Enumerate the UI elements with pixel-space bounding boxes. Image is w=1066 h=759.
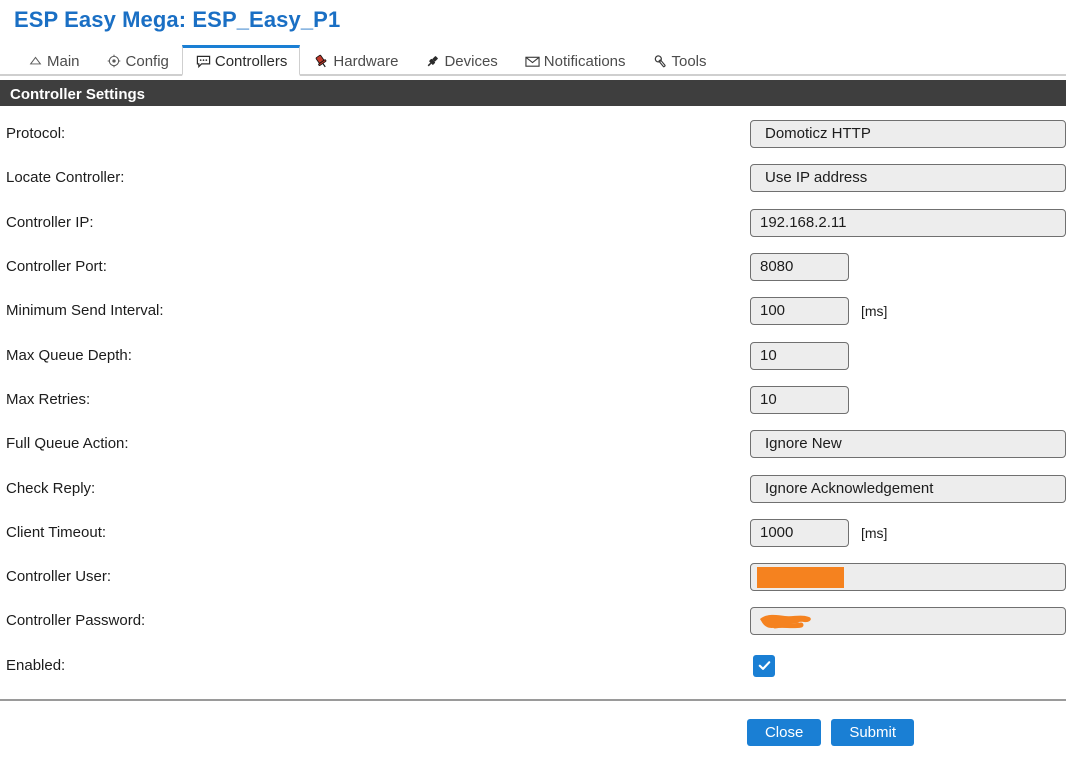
section-header-controller-settings: Controller Settings <box>0 80 1066 106</box>
tab-tools[interactable]: Tools <box>639 45 720 76</box>
controller-port-input[interactable]: 8080 <box>750 253 849 282</box>
control-max-queue-depth: 10 <box>750 341 1066 370</box>
page-root: ESP Easy Mega: ESP_Easy_P1 Main Config C… <box>0 0 1066 759</box>
wrench-icon <box>652 53 669 70</box>
tab-notifications-label: Notifications <box>543 52 626 70</box>
label-enabled: Enabled: <box>6 656 66 674</box>
label-client-timeout: Client Timeout: <box>6 523 107 541</box>
tab-notifications[interactable]: Notifications <box>511 45 639 76</box>
label-minimum-send-interval: Minimum Send Interval: <box>6 302 164 320</box>
checkmark-icon <box>758 661 770 671</box>
row-enabled: Enabled: <box>0 644 1066 688</box>
protocol-select[interactable]: Domoticz HTTP <box>750 120 1066 149</box>
control-controller-port: 8080 <box>750 253 1066 282</box>
label-protocol: Protocol: <box>6 125 66 143</box>
controller-ip-input[interactable]: 192.168.2.11 <box>750 208 1066 237</box>
row-locate-controller: Locate Controller: Use IP address <box>0 156 1066 200</box>
label-controller-password: Controller Password: <box>6 612 146 630</box>
tab-config-label: Config <box>125 52 169 70</box>
row-controller-ip: Controller IP: 192.168.2.11 <box>0 201 1066 245</box>
row-controller-port: Controller Port: 8080 <box>0 245 1066 289</box>
label-max-retries: Max Retries: <box>6 390 91 408</box>
envelope-icon <box>524 53 541 70</box>
row-check-reply: Check Reply: Ignore Acknowledgement <box>0 466 1066 510</box>
tab-devices[interactable]: Devices <box>411 45 510 76</box>
label-locate-controller: Locate Controller: <box>6 169 125 187</box>
redaction-mark-user <box>757 567 844 589</box>
label-controller-ip: Controller IP: <box>6 213 94 231</box>
label-check-reply: Check Reply: <box>6 479 96 497</box>
tab-controllers-label: Controllers <box>214 52 288 70</box>
control-controller-password <box>750 607 1066 636</box>
tab-hardware[interactable]: Hardware <box>300 45 411 76</box>
client-timeout-unit: [ms] <box>861 524 888 541</box>
client-timeout-input[interactable]: 1000 <box>750 518 849 547</box>
tab-controllers[interactable]: Controllers <box>181 45 301 76</box>
row-client-timeout: Client Timeout: 1000 [ms] <box>0 511 1066 555</box>
row-minimum-send-interval: Minimum Send Interval: 100 [ms] <box>0 289 1066 333</box>
row-max-retries: Max Retries: 10 <box>0 378 1066 422</box>
redaction-mark-password <box>757 610 829 633</box>
pushpin-icon <box>313 53 330 70</box>
check-reply-select[interactable]: Ignore Acknowledgement <box>750 474 1066 503</box>
full-queue-action-select[interactable]: Ignore New <box>750 430 1066 459</box>
control-locate-controller: Use IP address <box>750 164 1066 193</box>
row-max-queue-depth: Max Queue Depth: 10 <box>0 333 1066 377</box>
tab-main[interactable]: Main <box>14 45 93 76</box>
footer-actions: Close Submit <box>0 701 1066 746</box>
row-protocol: Protocol: Domoticz HTTP <box>0 112 1066 156</box>
control-minimum-send-interval: 100 [ms] <box>750 297 1066 326</box>
label-full-queue-action: Full Queue Action: <box>6 435 129 453</box>
home-icon <box>27 53 44 70</box>
control-check-reply: Ignore Acknowledgement <box>750 474 1066 503</box>
page-title: ESP Easy Mega: ESP_Easy_P1 <box>14 7 341 32</box>
submit-button[interactable]: Submit <box>831 718 914 746</box>
label-controller-user: Controller User: <box>6 568 112 586</box>
control-enabled <box>750 654 1066 677</box>
tab-tools-label: Tools <box>671 52 707 70</box>
control-max-retries: 10 <box>750 385 1066 414</box>
gear-icon <box>106 53 123 70</box>
row-controller-password: Controller Password: <box>0 599 1066 643</box>
row-full-queue-action: Full Queue Action: Ignore New <box>0 422 1066 466</box>
locate-controller-select[interactable]: Use IP address <box>750 164 1066 193</box>
control-controller-user <box>750 563 1066 592</box>
tab-config[interactable]: Config <box>93 45 182 76</box>
minimum-send-interval-input[interactable]: 100 <box>750 297 849 326</box>
tab-bar: Main Config Controllers Hardware Devices… <box>0 43 1066 76</box>
max-queue-depth-input[interactable]: 10 <box>750 341 849 370</box>
label-controller-port: Controller Port: <box>6 258 107 276</box>
controller-settings-form: Protocol: Domoticz HTTP Locate Controlle… <box>0 106 1066 688</box>
tab-devices-label: Devices <box>444 52 498 70</box>
enabled-checkbox[interactable] <box>753 654 775 677</box>
label-max-queue-depth: Max Queue Depth: <box>6 346 132 364</box>
control-protocol: Domoticz HTTP <box>750 120 1066 149</box>
speech-bubble-icon <box>195 53 212 70</box>
close-button[interactable]: Close <box>746 718 822 746</box>
control-full-queue-action: Ignore New <box>750 430 1066 459</box>
control-client-timeout: 1000 [ms] <box>750 518 1066 547</box>
controller-password-input[interactable] <box>750 607 1066 636</box>
minimum-send-interval-unit: [ms] <box>861 303 888 320</box>
control-controller-ip: 192.168.2.11 <box>750 208 1066 237</box>
row-controller-user: Controller User: <box>0 555 1066 599</box>
plug-icon <box>424 53 441 70</box>
tab-hardware-label: Hardware <box>333 52 399 70</box>
controller-user-input[interactable] <box>750 563 1066 592</box>
tab-main-label: Main <box>47 52 80 70</box>
max-retries-input[interactable]: 10 <box>750 385 849 414</box>
